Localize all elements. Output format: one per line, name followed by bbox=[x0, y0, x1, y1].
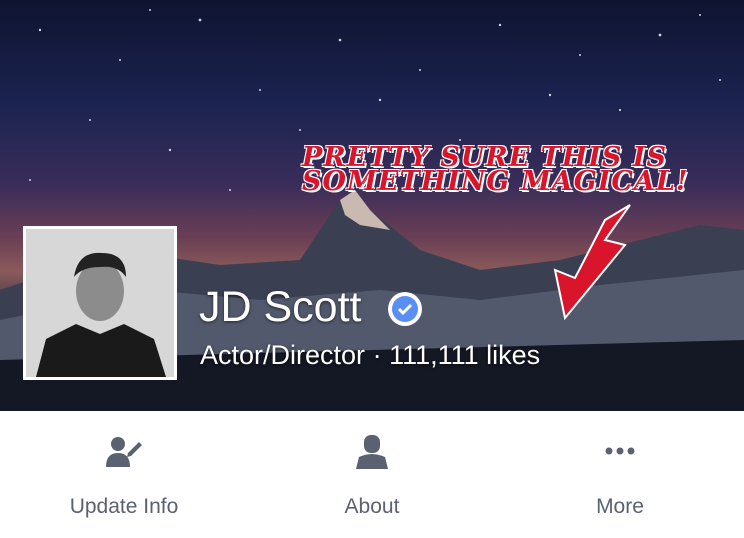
edit-person-icon bbox=[106, 437, 142, 467]
page-name: JD Scott bbox=[199, 283, 362, 331]
about-button[interactable]: About bbox=[248, 411, 496, 538]
avatar-photo bbox=[26, 229, 174, 377]
more-dots-icon bbox=[605, 447, 635, 455]
separator: · bbox=[372, 340, 382, 370]
page-subtitle: Actor/Director · 111,111 likes bbox=[200, 340, 540, 371]
profile-picture[interactable] bbox=[23, 226, 177, 380]
page-category: Actor/Director bbox=[200, 340, 366, 370]
update-info-label: Update Info bbox=[69, 495, 179, 518]
more-button[interactable]: More bbox=[496, 411, 744, 538]
action-bar: Update Info About More bbox=[0, 411, 744, 538]
cover-annotation: Pretty sure this is Something magical! bbox=[302, 144, 742, 197]
cover-photo[interactable]: Pretty sure this is Something magical! J… bbox=[0, 0, 744, 411]
verified-badge-icon bbox=[388, 292, 422, 326]
about-label: About bbox=[344, 495, 400, 518]
annotation-line-2: Something magical! bbox=[302, 166, 689, 197]
person-icon bbox=[356, 435, 388, 469]
update-info-button[interactable]: Update Info bbox=[0, 411, 248, 538]
more-label: More bbox=[596, 495, 644, 518]
page-likes[interactable]: 111,111 likes bbox=[389, 340, 540, 370]
